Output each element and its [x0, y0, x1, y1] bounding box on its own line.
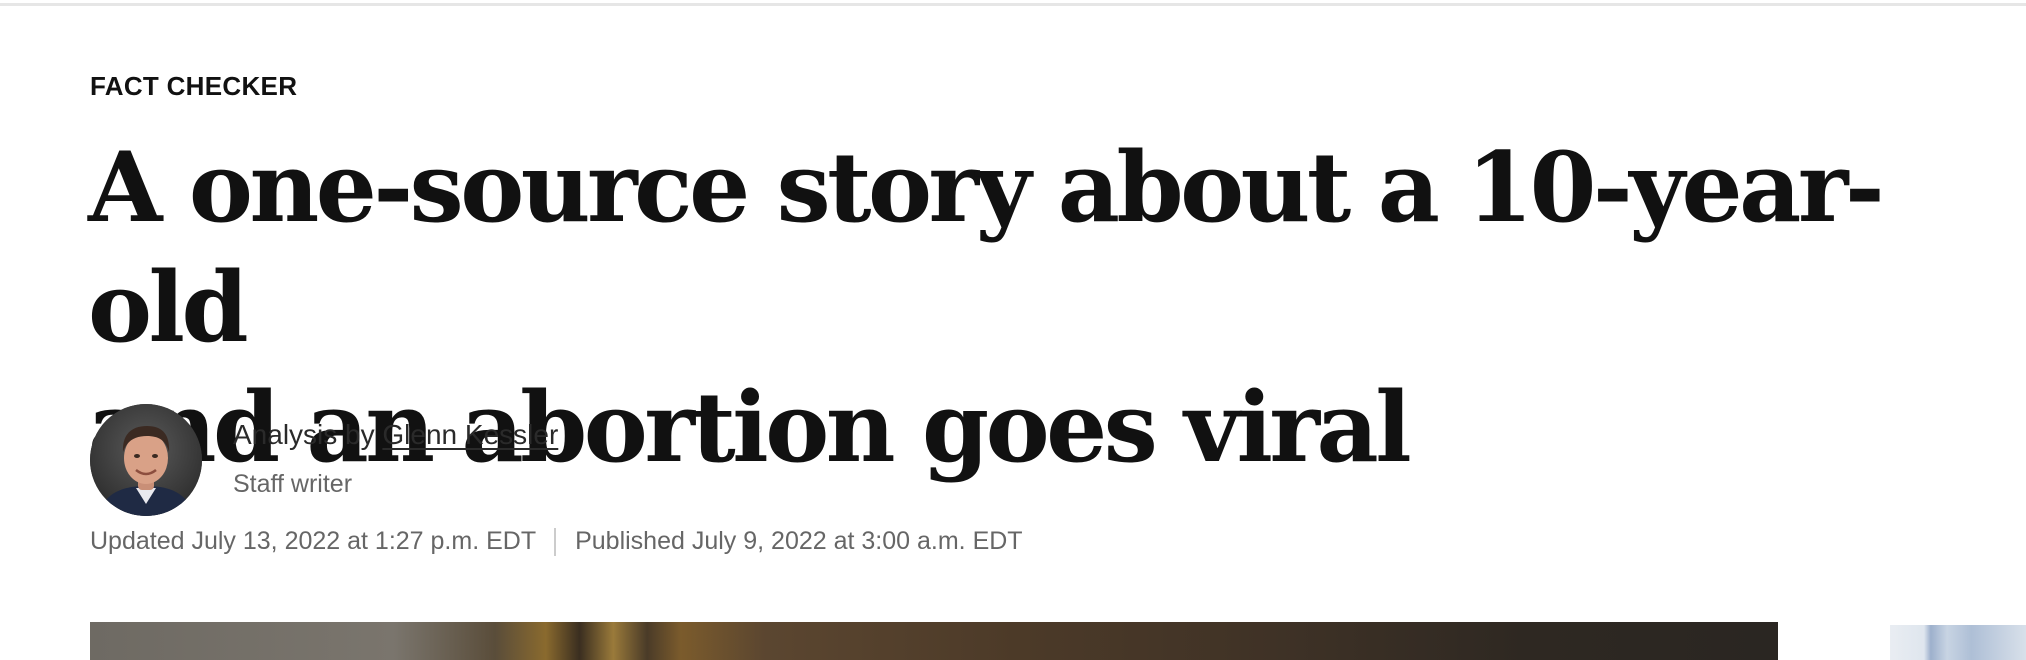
- article-timestamps: Updated July 13, 2022 at 1:27 p.m. EDT P…: [90, 527, 1023, 556]
- author-link[interactable]: Glenn Kessler: [382, 419, 558, 450]
- sidebar-thumbnail-image[interactable]: [1890, 625, 2026, 660]
- article-page: FACT CHECKER A one-source story about a …: [0, 0, 2026, 660]
- byline-prefix: Analysis by: [233, 419, 383, 450]
- headline-line-1: A one-source story about a 10-year-old: [88, 131, 1885, 364]
- hero-image[interactable]: [90, 622, 1778, 660]
- author-role: Staff writer: [233, 470, 353, 498]
- author-photo-icon: [90, 404, 202, 516]
- timestamp-divider: [554, 527, 557, 556]
- byline: Analysis by Glenn Kessler: [233, 419, 558, 451]
- author-avatar[interactable]: [90, 404, 202, 516]
- top-divider: [0, 3, 2026, 6]
- section-kicker-link[interactable]: FACT CHECKER: [90, 71, 297, 102]
- published-timestamp: Published July 9, 2022 at 3:00 a.m. EDT: [575, 527, 1023, 555]
- updated-timestamp: Updated July 13, 2022 at 1:27 p.m. EDT: [90, 527, 537, 555]
